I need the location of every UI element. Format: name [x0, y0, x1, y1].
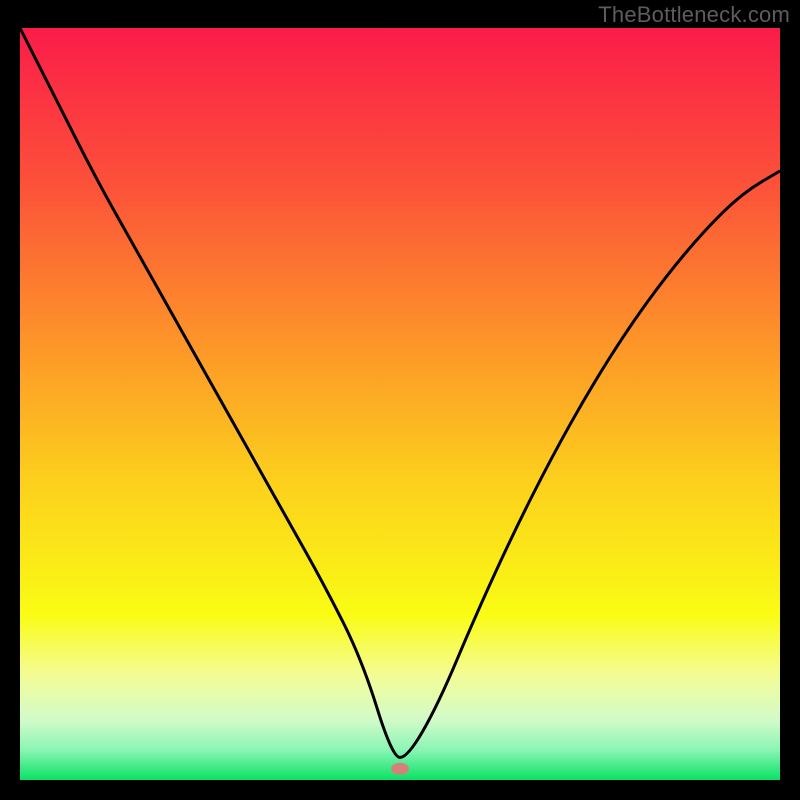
gradient-background	[20, 28, 780, 780]
bottleneck-marker	[391, 763, 409, 775]
chart-frame: TheBottleneck.com	[0, 0, 800, 800]
bottleneck-chart	[20, 28, 780, 780]
plot-area	[20, 28, 780, 780]
watermark-text: TheBottleneck.com	[598, 2, 790, 28]
